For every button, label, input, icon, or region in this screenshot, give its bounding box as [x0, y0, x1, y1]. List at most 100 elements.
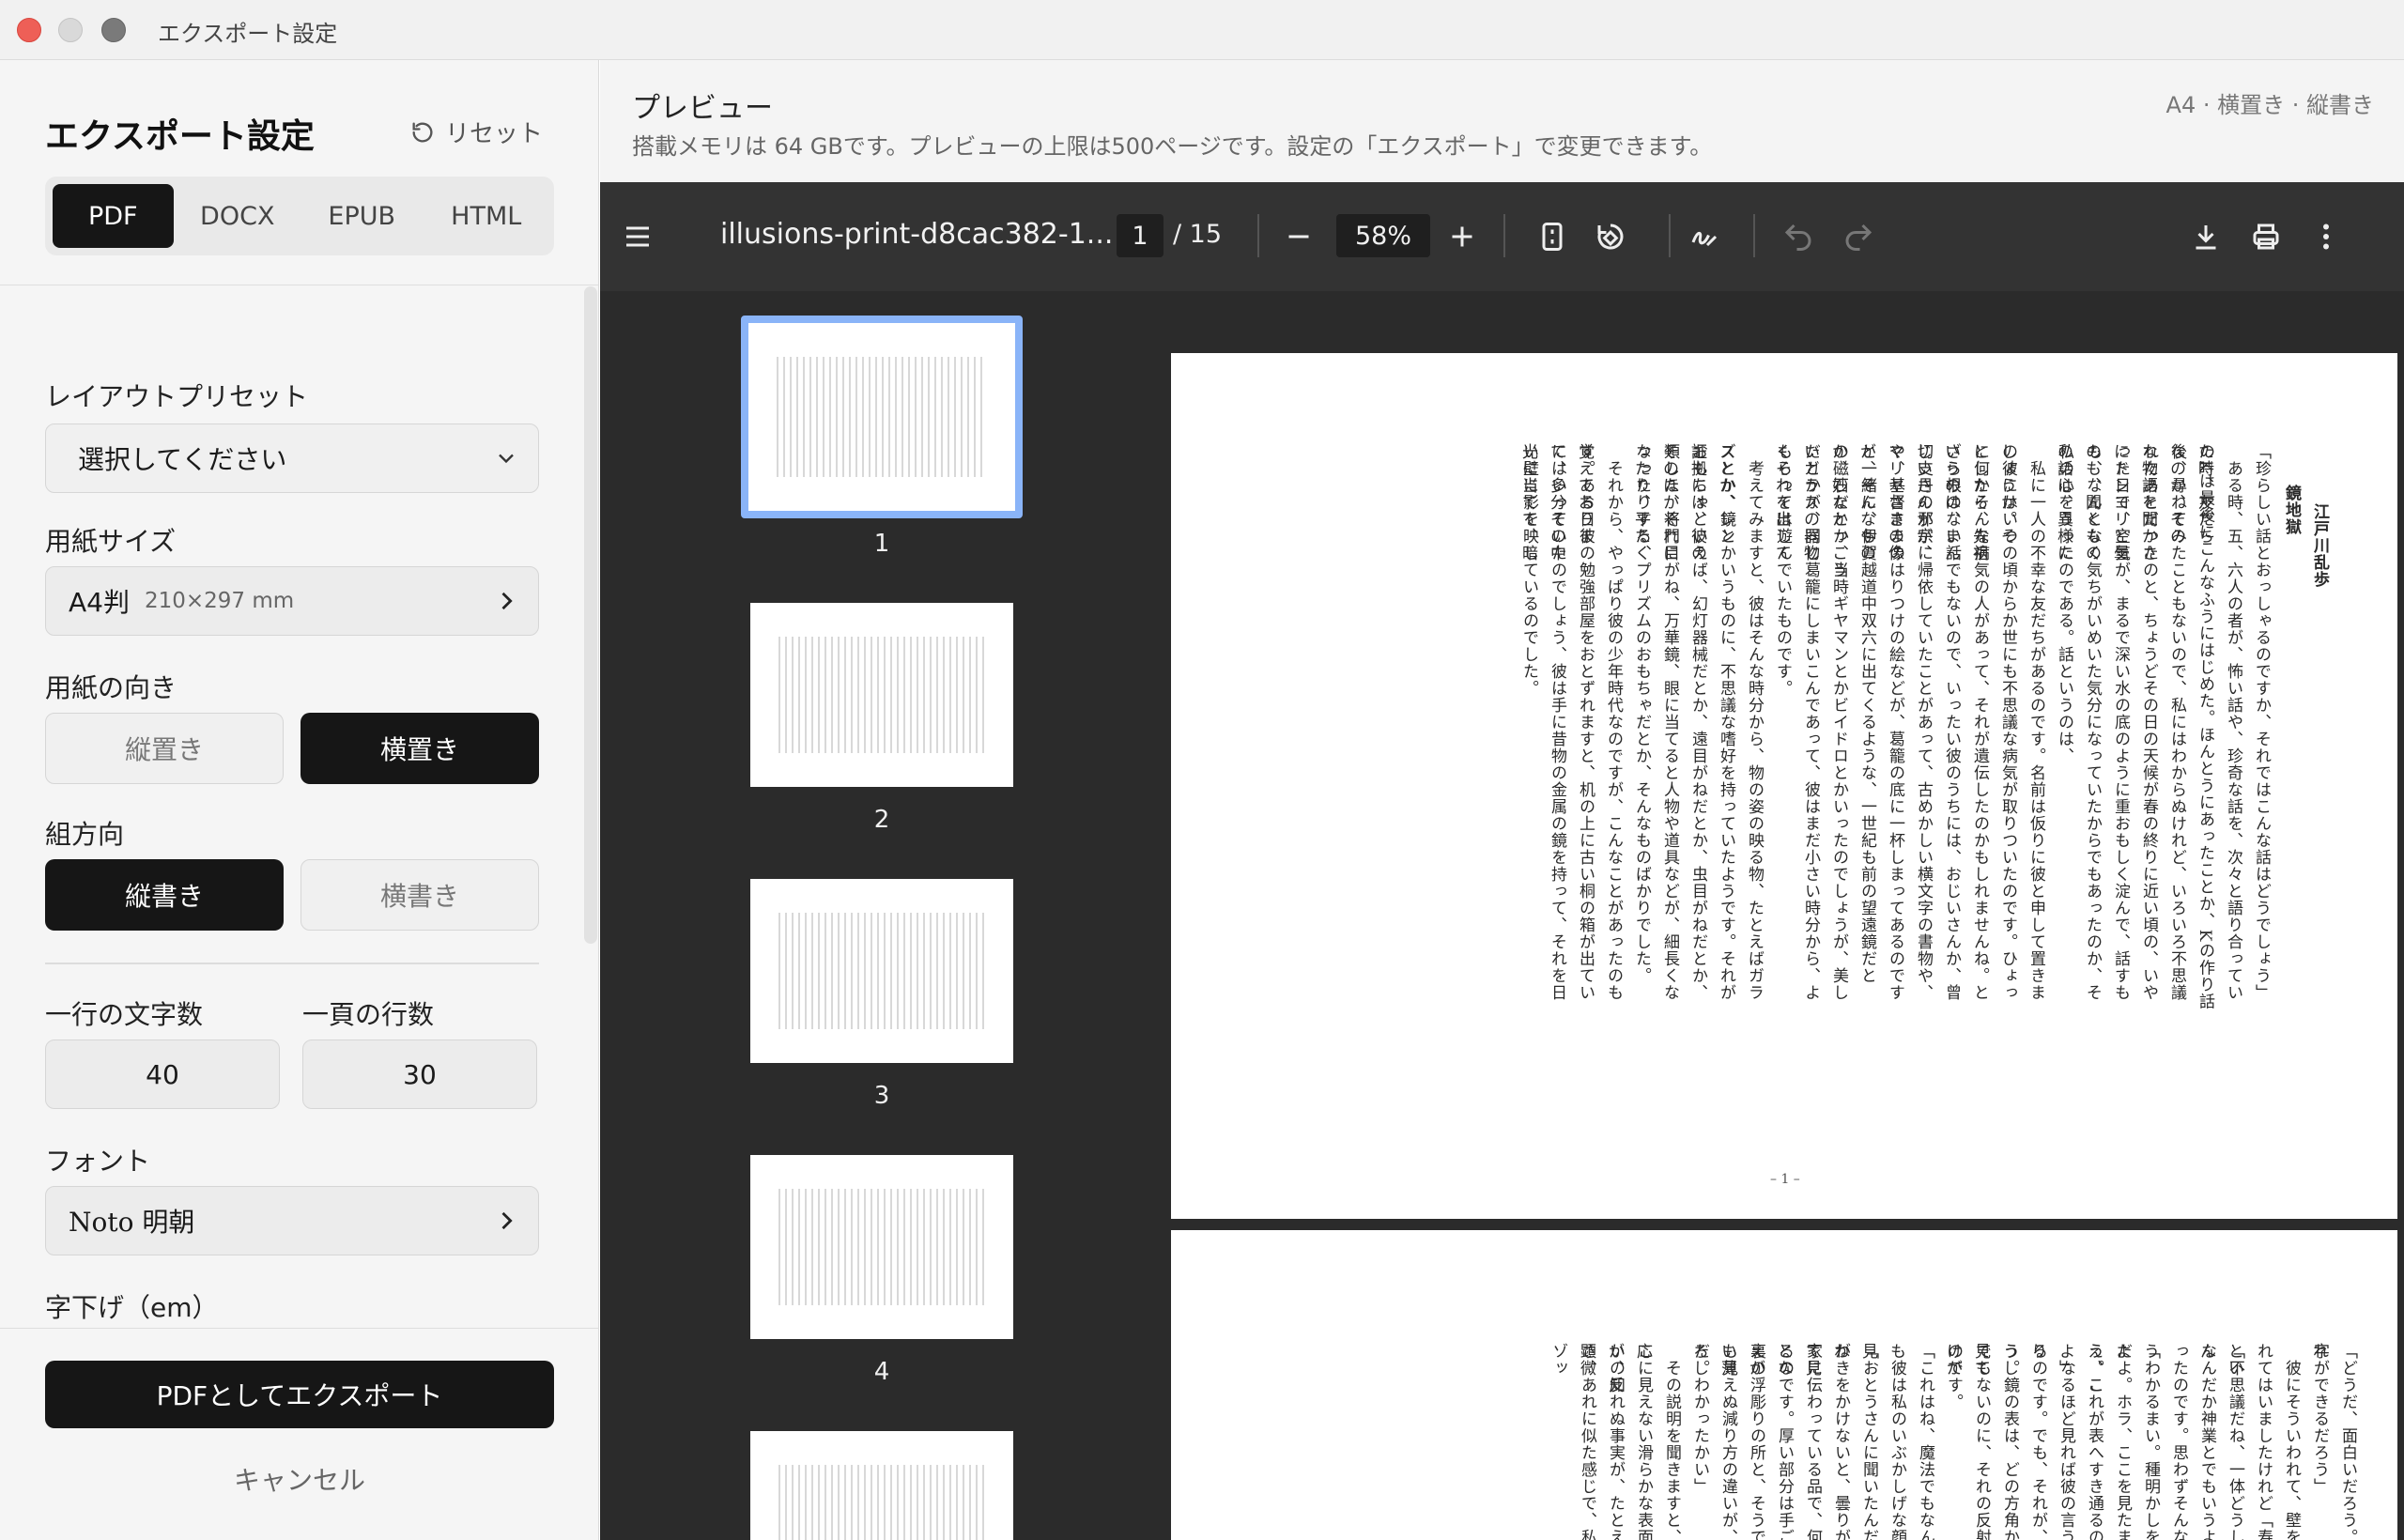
text-column: のです。 — [1944, 1343, 1963, 1410]
settings-footer: PDFとしてエクスポート キャンセル — [0, 1328, 598, 1540]
tab-pdf[interactable]: PDF — [53, 184, 174, 248]
layout-preset-value: 選択してください — [78, 444, 287, 475]
layout-preset-select[interactable]: 選択してください — [45, 424, 539, 493]
indent-label: 字下げ（em） — [45, 1292, 219, 1323]
preview-panel: プレビュー 搭載メモリは 64 GBです。プレビューの上限は500ページです。設… — [600, 60, 2404, 1540]
settings-form: レイアウトプリセット 選択してください 用紙サイズ A4判 210×297 mm… — [0, 286, 582, 1329]
chevron-right-icon — [501, 1211, 513, 1230]
thumbnail-text — [777, 357, 987, 477]
thumbnail-page-5[interactable] — [750, 1431, 1013, 1540]
redo-icon[interactable] — [1842, 220, 1875, 254]
thumbnail-text — [778, 1465, 985, 1540]
toolbar-divider — [1753, 214, 1755, 257]
thumbnail-page-3[interactable] — [750, 879, 1013, 1063]
thumbnail-label: 2 — [873, 806, 890, 834]
chars-per-line-label: 一行の文字数 — [45, 999, 204, 1030]
print-icon[interactable] — [2249, 220, 2283, 254]
chevron-down-icon — [499, 454, 514, 464]
thumbnail-page-2[interactable] — [750, 603, 1013, 787]
zoom-level-input[interactable]: 58% — [1336, 214, 1430, 257]
thumbnail-page-1[interactable] — [741, 316, 1023, 518]
text-column: さ、あれに似た感じで、私をゾッ — [1549, 1343, 1596, 1540]
text-column: 私の心をうったのである。話というのは、 — [2055, 443, 2073, 764]
direction-horizontal-button[interactable]: 横書き — [300, 859, 539, 931]
text-column: だ。わかったかい」 — [1690, 1343, 1709, 1495]
reset-label: リセット — [445, 120, 544, 148]
thumbnail-text — [778, 637, 985, 753]
preview-meta: A4 · 横置き · 縦書き — [2165, 92, 2374, 118]
thumbnail-text — [778, 913, 985, 1029]
settings-title: エクスポート設定 — [45, 117, 315, 156]
download-icon[interactable] — [2189, 220, 2223, 254]
thumbnail-label: 1 — [873, 530, 890, 558]
export-pdf-button[interactable]: PDFとしてエクスポート — [45, 1361, 554, 1428]
chevron-right-icon — [501, 592, 513, 610]
rotate-icon[interactable] — [1594, 220, 1627, 254]
zoom-out-icon[interactable] — [1282, 220, 1316, 254]
minimize-window-button[interactable] — [58, 18, 83, 42]
format-tabs: PDF DOCX EPUB HTML — [45, 177, 554, 255]
direction-vertical-button[interactable]: 縦書き — [45, 859, 284, 931]
font-value: Noto 明朝 — [69, 1207, 195, 1238]
pdf-toolbar: illusions-print-d8cac382-1... 1 / 15 58% — [600, 182, 2404, 291]
toolbar-divider — [1257, 214, 1259, 257]
zoom-in-icon[interactable] — [1445, 220, 1479, 254]
lines-per-page-label: 一頁の行数 — [302, 999, 435, 1030]
thumbnail-text — [778, 1189, 985, 1305]
text-column: 彼にそういわれて、壁を見 — [2282, 1343, 2301, 1540]
divider — [45, 962, 539, 964]
text-column: もらっては遊んでいたものです。 — [1773, 443, 1792, 697]
orientation-label: 用紙の向き — [45, 672, 177, 703]
layout-preset-label: レイアウトプリセット — [45, 381, 309, 412]
fit-page-icon[interactable] — [1535, 220, 1569, 254]
document-name: illusions-print-d8cac382-1... — [720, 218, 1114, 251]
paper-size-field[interactable]: A4判 210×297 mm — [45, 566, 539, 636]
story-author: 江戸川乱歩 — [2310, 503, 2329, 588]
window-title: エクスポート設定 — [158, 21, 338, 47]
toolbar-divider — [1503, 214, 1505, 257]
tab-epub[interactable]: EPUB — [301, 184, 423, 248]
undo-icon[interactable] — [1781, 220, 1815, 254]
tab-docx[interactable]: DOCX — [177, 184, 299, 248]
lines-per-page-input[interactable]: 30 — [302, 1040, 537, 1109]
thumbnail-label: 4 — [873, 1358, 890, 1386]
text-column: い壁に影を映しているのでした。 — [1519, 443, 1538, 697]
chars-per-line-input[interactable]: 40 — [45, 1040, 280, 1109]
pdf-viewer: illusions-print-d8cac382-1... 1 / 15 58% — [600, 182, 2404, 1540]
paper-size-value: A4判 — [69, 587, 130, 618]
paper-size-dimensions: 210×297 mm — [144, 589, 295, 613]
text-column: なったりする、プリズムのおもちゃだとか、そんなものばかりでした。 — [1632, 443, 1651, 984]
pdf-page-1: 鏡地獄 江戸川乱歩 「珍らしい話とおっしゃるのですか、それではこんな話はどうでし… — [1171, 353, 2397, 1219]
orientation-landscape-button[interactable]: 横置き — [300, 713, 539, 784]
window-titlebar: エクスポート設定 — [0, 0, 2404, 60]
thumbnail-page-4[interactable] — [750, 1155, 1013, 1339]
thumbnail-sidebar: 1 2 3 4 — [600, 291, 1165, 1540]
settings-header: エクスポート設定 リセット PDF DOCX EPUB HTML — [0, 60, 598, 285]
more-icon[interactable] — [2309, 220, 2343, 254]
toolbar-divider — [1669, 214, 1671, 257]
fullscreen-window-button[interactable] — [101, 18, 126, 42]
page-number-input[interactable]: 1 — [1117, 214, 1163, 257]
font-field[interactable]: Noto 明朝 — [45, 1186, 539, 1255]
orientation-portrait-button[interactable]: 縦置き — [45, 713, 284, 784]
paper-size-label: 用紙サイズ — [45, 526, 177, 557]
writing-direction-label: 組方向 — [45, 819, 125, 850]
preview-title: プレビュー — [632, 92, 773, 125]
settings-scrollbar[interactable] — [584, 286, 597, 944]
story-title: 鏡地獄 — [2282, 485, 2301, 535]
menu-icon[interactable] — [621, 220, 655, 254]
font-label: フォント — [45, 1146, 151, 1177]
preview-description: 搭載メモリは 64 GBです。プレビューの上限は500ページです。設定の「エクス… — [632, 133, 1713, 160]
draw-icon[interactable] — [1687, 220, 1721, 254]
text-column: なんだか神業とでもいうよう — [2197, 1343, 2216, 1540]
text-column: 字ができるだろう」 — [2310, 1343, 2329, 1495]
reset-icon — [412, 122, 433, 143]
cancel-button[interactable]: キャンセル — [45, 1451, 554, 1507]
reset-button[interactable]: リセット — [409, 115, 543, 149]
close-window-button[interactable] — [17, 18, 41, 42]
page-total: / 15 — [1173, 220, 1223, 249]
tab-html[interactable]: HTML — [426, 184, 547, 248]
page-folio: – 1 – — [1770, 1172, 1800, 1187]
thumbnail-label: 3 — [873, 1082, 890, 1110]
export-settings-panel: エクスポート設定 リセット PDF DOCX EPUB HTML レイアウトプリ… — [0, 60, 599, 1540]
